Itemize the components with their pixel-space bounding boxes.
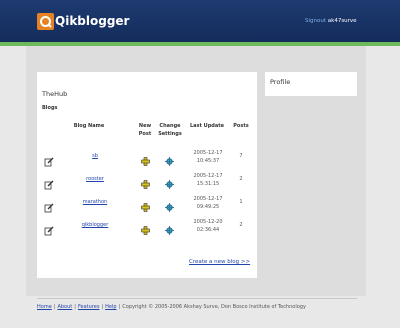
post-count: 1 [239,199,243,205]
table-row: marathon 2005-12-17 09:49:25 1 [37,194,257,216]
last-update: 2005-12-17 15:31:15 [187,172,229,188]
update-time: 09:49:25 [196,204,220,210]
logo-text[interactable]: Qikblogger [55,13,129,30]
last-update: 2005-12-20 02:36:44 [187,218,229,234]
last-update: 2005-12-17 09:49:25 [187,195,229,211]
update-date: 2005-12-17 [193,173,223,179]
col-header-last-update: Last Update [189,123,225,129]
logo-icon[interactable] [37,13,54,30]
footer-link-help[interactable]: Help [105,304,116,310]
settings-gear-icon[interactable] [165,220,174,235]
update-time: 15:31:15 [196,181,220,187]
table-row: rooster 2005-12-17 15:31:15 2 [37,171,257,193]
footer: Home | About | Features | Help | Copyright © 200… [37,304,306,310]
user-bar: Signout ak47surve [305,18,357,24]
profile-panel: Profile [265,72,357,96]
update-time: 10:45:37 [196,158,220,164]
new-post-icon[interactable] [141,151,150,166]
new-post-icon[interactable] [141,174,150,189]
hub-panel: TheHub Blogs Blog Name New Post Change S… [37,72,257,278]
col-header-posts: Posts [233,123,249,129]
table-row: qikblogger 2005-12-20 02:36:44 2 [37,217,257,239]
edit-blog-icon[interactable] [44,221,54,236]
post-count: 7 [239,153,243,159]
col-header-blog-name: Blog Name [73,123,105,129]
table-row: sb 2005-12-17 10:45:37 7 [37,148,257,170]
edit-blog-icon[interactable] [44,198,54,213]
last-update: 2005-12-17 10:45:37 [187,149,229,165]
new-post-icon[interactable] [141,197,150,212]
update-date: 2005-12-17 [193,196,223,202]
update-date: 2005-12-17 [193,150,223,156]
username: ak47surve [327,18,357,24]
post-count: 2 [239,176,243,182]
footer-link-about[interactable]: About [57,304,72,310]
blog-name-link[interactable]: sb [67,153,123,159]
create-blog-link[interactable]: Create a new blog >> [189,259,250,265]
post-count: 2 [239,222,243,228]
footer-link-features[interactable]: Features [78,304,100,310]
hub-title: TheHub [42,90,68,98]
update-time: 02:36:44 [196,227,220,233]
copyright-text: Copyright © 2005-2006 Akshay Surve, Don … [122,304,306,310]
footer-divider [37,298,357,299]
blog-name-link[interactable]: rooster [67,176,123,182]
edit-blog-icon[interactable] [44,175,54,190]
blog-name-link[interactable]: qikblogger [67,222,123,228]
new-post-icon[interactable] [141,220,150,235]
col-header-change-settings: Change Settings [158,123,182,137]
footer-link-home[interactable]: Home [37,304,52,310]
settings-gear-icon[interactable] [165,151,174,166]
settings-gear-icon[interactable] [165,174,174,189]
col-header-new-post: New Post [138,123,152,137]
edit-blog-icon[interactable] [44,152,54,167]
profile-title: Profile [270,78,291,86]
blog-name-link[interactable]: marathon [67,199,123,205]
signout-link[interactable]: Signout [305,18,326,24]
settings-gear-icon[interactable] [165,197,174,212]
update-date: 2005-12-20 [193,219,223,225]
blogs-subtitle: Blogs [42,105,58,111]
